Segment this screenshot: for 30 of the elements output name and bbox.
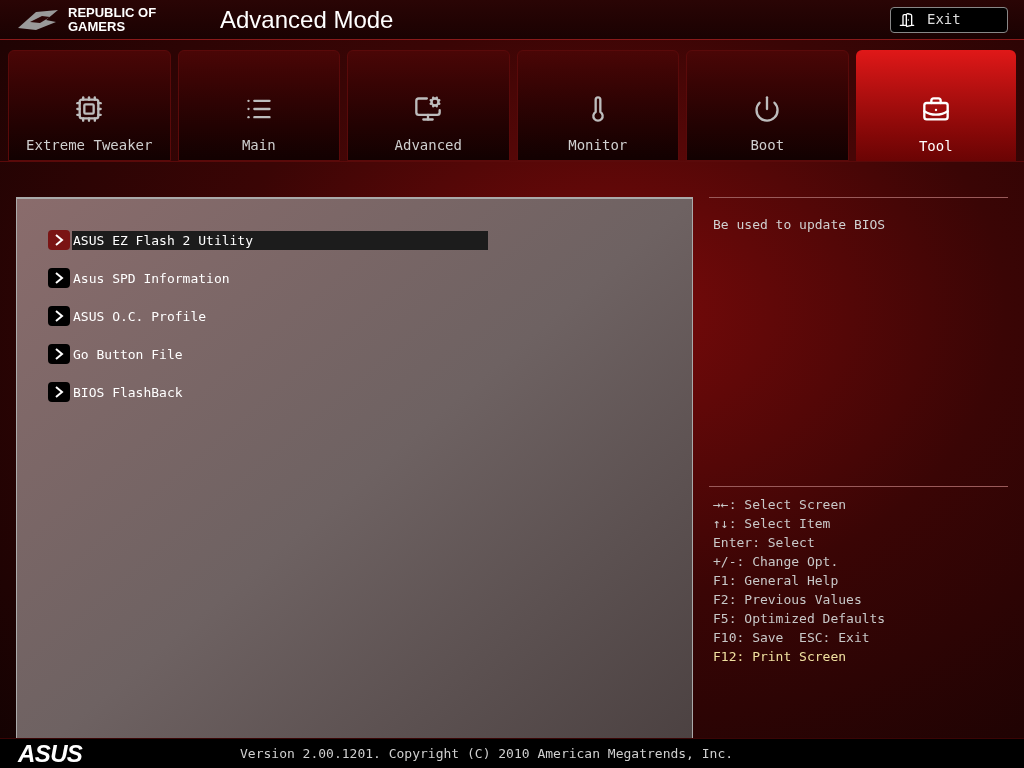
version-text: Version 2.00.1201. Copyright (C) 2010 American Megatrends, Inc. <box>240 744 734 763</box>
power-icon <box>753 95 782 123</box>
exit-button[interactable]: Exit <box>890 6 1008 33</box>
rog-brand-text: REPUBLIC OF GAMERS <box>68 5 158 34</box>
asus-logo: ASUS <box>16 738 84 768</box>
key-hint: F12: Print Screen <box>713 648 848 666</box>
key-hint: F1: General Help <box>713 572 840 590</box>
key-hint: ↑↓: Select Item <box>713 515 832 533</box>
tab[interactable]: Advanced <box>347 50 510 161</box>
menu-item[interactable]: ASUS O.C. Profile <box>72 306 208 326</box>
menu-item[interactable]: Go Button File <box>72 344 184 364</box>
tab[interactable]: Main <box>177 50 340 161</box>
tab[interactable]: Monitor <box>516 50 679 161</box>
chip-icon <box>75 95 104 123</box>
key-hint: F5: Optimized Defaults <box>713 610 887 628</box>
door-icon <box>899 11 915 28</box>
menu-item[interactable]: ASUS EZ Flash 2 Utility <box>72 230 488 250</box>
tab[interactable]: Tool <box>855 50 1016 161</box>
key-hint: F2: Previous Values <box>713 591 863 609</box>
monitor-icon <box>414 95 443 123</box>
key-hint: Enter: Select <box>713 534 816 552</box>
window-title: Advanced Mode <box>220 4 395 35</box>
key-hint: →←: Select Screen <box>713 496 848 514</box>
tab[interactable]: Boot <box>686 50 849 161</box>
menu-item[interactable]: Asus SPD Information <box>72 268 231 288</box>
tab[interactable]: Extreme Tweaker <box>8 50 171 161</box>
key-hint: +/-: Change Opt. <box>713 553 840 571</box>
help-text: Be used to update BIOS <box>713 217 886 232</box>
menu-item[interactable]: BIOS FlashBack <box>72 382 184 402</box>
key-hint: F10: Save ESC: Exit <box>713 629 871 647</box>
